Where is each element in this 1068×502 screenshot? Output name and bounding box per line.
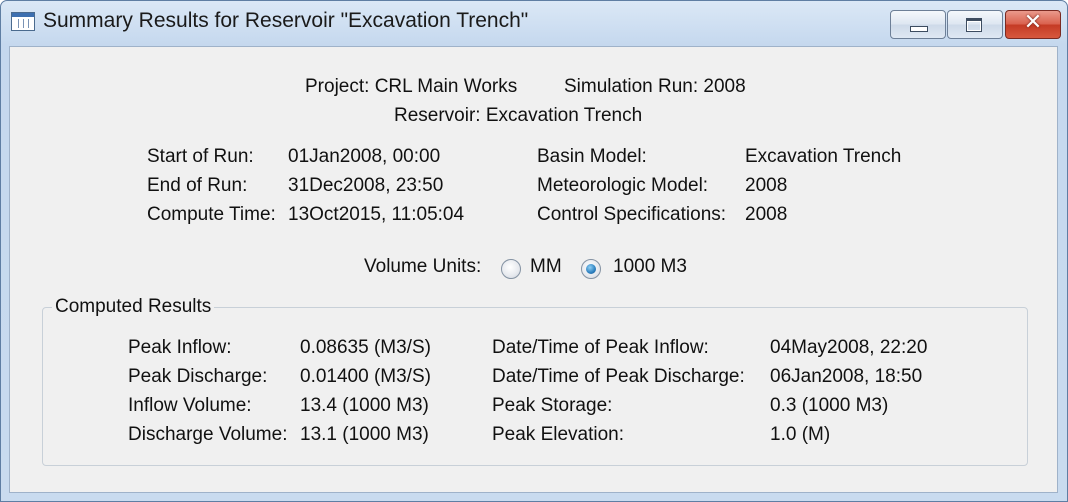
control-specifications-label: Control Specifications:: [537, 204, 727, 225]
minimize-button[interactable]: [890, 10, 946, 39]
compute-time-value: 13Oct2015, 11:05:04: [288, 204, 465, 225]
results-panel: Project: CRL Main Works Simulation Run: …: [9, 46, 1058, 493]
volume-units-1000m3-radio[interactable]: [581, 259, 601, 279]
volume-units-mm-label[interactable]: MM: [530, 256, 562, 278]
peak-storage-value: 0.3 (1000 M3): [770, 395, 889, 416]
end-of-run-label: End of Run:: [147, 175, 248, 196]
table-icon: [11, 12, 35, 31]
close-button[interactable]: ✕: [1005, 10, 1061, 39]
peak-discharge-value: 0.01400 (M3/S): [300, 366, 431, 387]
close-icon: ✕: [1023, 10, 1043, 35]
discharge-volume-value: 13.1 (1000 M3): [300, 424, 429, 445]
volume-units-label: Volume Units:: [364, 256, 482, 277]
peak-discharge-time-value: 06Jan2008, 18:50: [770, 366, 923, 387]
computed-results-title: Computed Results: [52, 296, 215, 318]
peak-discharge-label: Peak Discharge:: [128, 366, 268, 387]
radio-selected-indicator: [586, 264, 596, 274]
reservoir-label: Reservoir: Excavation Trench: [394, 105, 643, 126]
title-bar[interactable]: Summary Results for Reservoir "Excavatio…: [1, 1, 1067, 45]
control-specifications-value: 2008: [745, 204, 788, 225]
start-of-run-value: 01Jan2008, 00:00: [288, 146, 441, 167]
summary-results-window: Summary Results for Reservoir "Excavatio…: [0, 0, 1068, 502]
basin-model-value: Excavation Trench: [745, 146, 902, 167]
discharge-volume-label: Discharge Volume:: [128, 424, 288, 445]
compute-time-label: Compute Time:: [147, 204, 276, 225]
volume-units-1000m3-label[interactable]: 1000 M3: [613, 256, 687, 278]
basin-model-label: Basin Model:: [537, 146, 647, 167]
maximize-button[interactable]: [947, 10, 1003, 39]
maximize-icon: [966, 18, 982, 32]
window-title: Summary Results for Reservoir "Excavatio…: [43, 9, 529, 32]
simulation-run-label: Simulation Run: 2008: [564, 76, 746, 97]
peak-storage-label: Peak Storage:: [492, 395, 613, 416]
inflow-volume-value: 13.4 (1000 M3): [300, 395, 429, 416]
peak-elevation-value: 1.0 (M): [770, 424, 831, 445]
peak-inflow-value: 0.08635 (M3/S): [300, 337, 431, 358]
volume-units-mm-radio[interactable]: [501, 259, 521, 279]
meteorologic-model-label: Meteorologic Model:: [537, 175, 709, 196]
minimize-icon: [910, 26, 928, 32]
peak-inflow-time-label: Date/Time of Peak Inflow:: [492, 337, 709, 358]
peak-discharge-time-label: Date/Time of Peak Discharge:: [492, 366, 745, 387]
start-of-run-label: Start of Run:: [147, 146, 254, 167]
peak-inflow-label: Peak Inflow:: [128, 337, 232, 358]
peak-elevation-label: Peak Elevation:: [492, 424, 625, 445]
meteorologic-model-value: 2008: [745, 175, 788, 196]
end-of-run-value: 31Dec2008, 23:50: [288, 175, 444, 196]
peak-inflow-time-value: 04May2008, 22:20: [770, 337, 928, 358]
inflow-volume-label: Inflow Volume:: [128, 395, 252, 416]
project-label: Project: CRL Main Works: [305, 76, 518, 97]
